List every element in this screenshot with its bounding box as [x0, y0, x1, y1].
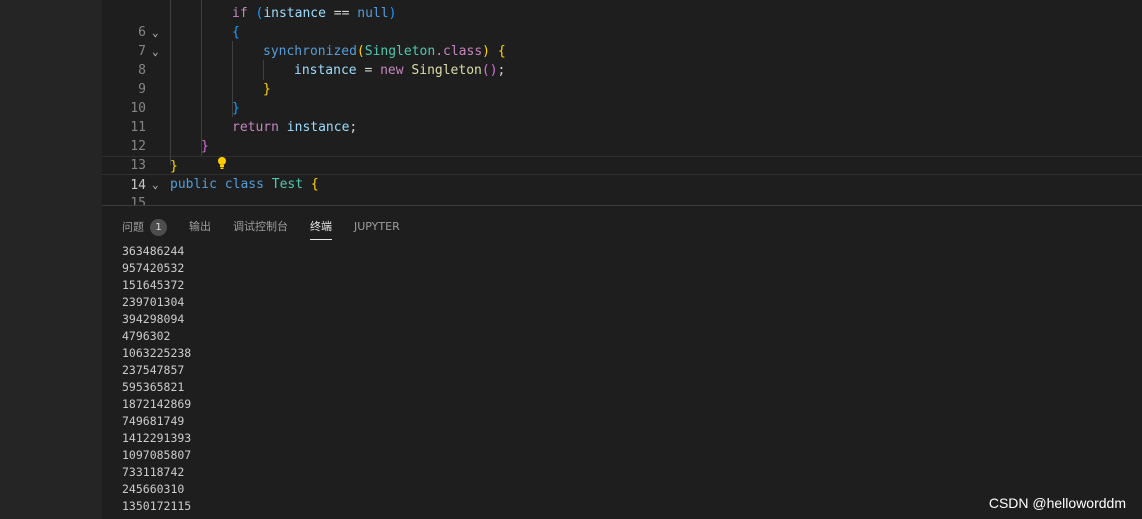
terminal-line: 595365821: [122, 380, 185, 394]
code-text: synchronized(Singleton.class) {: [263, 44, 506, 59]
code-line-12[interactable]: 12 return instance;: [102, 118, 1142, 154]
code-text: }: [263, 82, 271, 97]
terminal-line: 957420532: [122, 261, 185, 275]
panel-tabs: 问题 1 输出 调试控制台 终端 JUPYTER: [122, 216, 422, 240]
line-number: 15: [130, 196, 146, 205]
code-line-14-current[interactable]: 14 }: [102, 156, 1142, 193]
code-text: instance = new Singleton();: [294, 63, 506, 78]
code-text: public class Test {: [170, 177, 319, 192]
terminal-line: 394298094: [122, 312, 185, 326]
terminal-line: 4796302: [122, 329, 171, 343]
terminal-line: 749681749: [122, 414, 185, 428]
problems-count-badge: 1: [150, 218, 167, 236]
code-line-15[interactable]: 15 ⌄ public class Test {: [102, 175, 1142, 205]
terminal-line: 1350172115: [122, 499, 192, 513]
terminal-line: 1412291393: [122, 431, 192, 445]
terminal-line: 239701304: [122, 295, 185, 309]
code-text: }: [232, 101, 240, 116]
terminal-line: 237547857: [122, 363, 185, 377]
code-line-8[interactable]: 8 ⌄ synchronized(Singleton.class) {: [102, 42, 1142, 78]
bottom-panel: 问题 1 输出 调试控制台 终端 JUPYTER 363486244 957420…: [102, 206, 1142, 519]
terminal-line: 1097085807: [122, 448, 192, 462]
terminal-line: 733118742: [122, 465, 185, 479]
code-text: if (instance == null): [232, 6, 397, 21]
code-line-10[interactable]: 10 }: [102, 80, 1142, 116]
tab-debug-console[interactable]: 调试控制台: [233, 219, 288, 235]
terminal-line: 245660310: [122, 482, 185, 496]
csdn-watermark: CSDN @helloworddm: [988, 495, 1126, 511]
terminal-line: 1063225238: [122, 346, 192, 360]
terminal-line: 1872142869: [122, 397, 192, 411]
left-sidebar-gutter: [0, 0, 102, 519]
code-line-11[interactable]: 11 }: [102, 99, 1142, 135]
code-editor[interactable]: 6 if (instance == null) 7 ⌄ { 8 ⌄ synchr…: [102, 0, 1142, 205]
code-text: }: [201, 139, 209, 154]
tab-terminal[interactable]: 终端: [310, 219, 332, 240]
code-line-9[interactable]: 9 instance = new Singleton();: [102, 61, 1142, 97]
terminal-line: 151645372: [122, 278, 185, 292]
fold-chevron-icon[interactable]: ⌄: [152, 23, 166, 42]
tab-jupyter[interactable]: JUPYTER: [354, 219, 400, 235]
code-line-6[interactable]: 6 if (instance == null): [102, 4, 1142, 40]
tab-problems[interactable]: 问题 1: [122, 218, 167, 236]
code-text: {: [232, 25, 240, 40]
terminal-output[interactable]: 363486244 957420532 151645372 239701304 …: [122, 243, 191, 515]
code-text: return instance;: [232, 120, 358, 135]
tab-output[interactable]: 输出: [189, 219, 211, 235]
terminal-line: 363486244: [122, 244, 185, 258]
code-line-7[interactable]: 7 ⌄ {: [102, 23, 1142, 59]
code-line-13[interactable]: 13 }: [102, 137, 1142, 173]
fold-chevron-icon[interactable]: ⌄: [152, 42, 166, 61]
fold-chevron-icon[interactable]: ⌄: [152, 175, 166, 194]
code-text: }: [170, 159, 178, 174]
